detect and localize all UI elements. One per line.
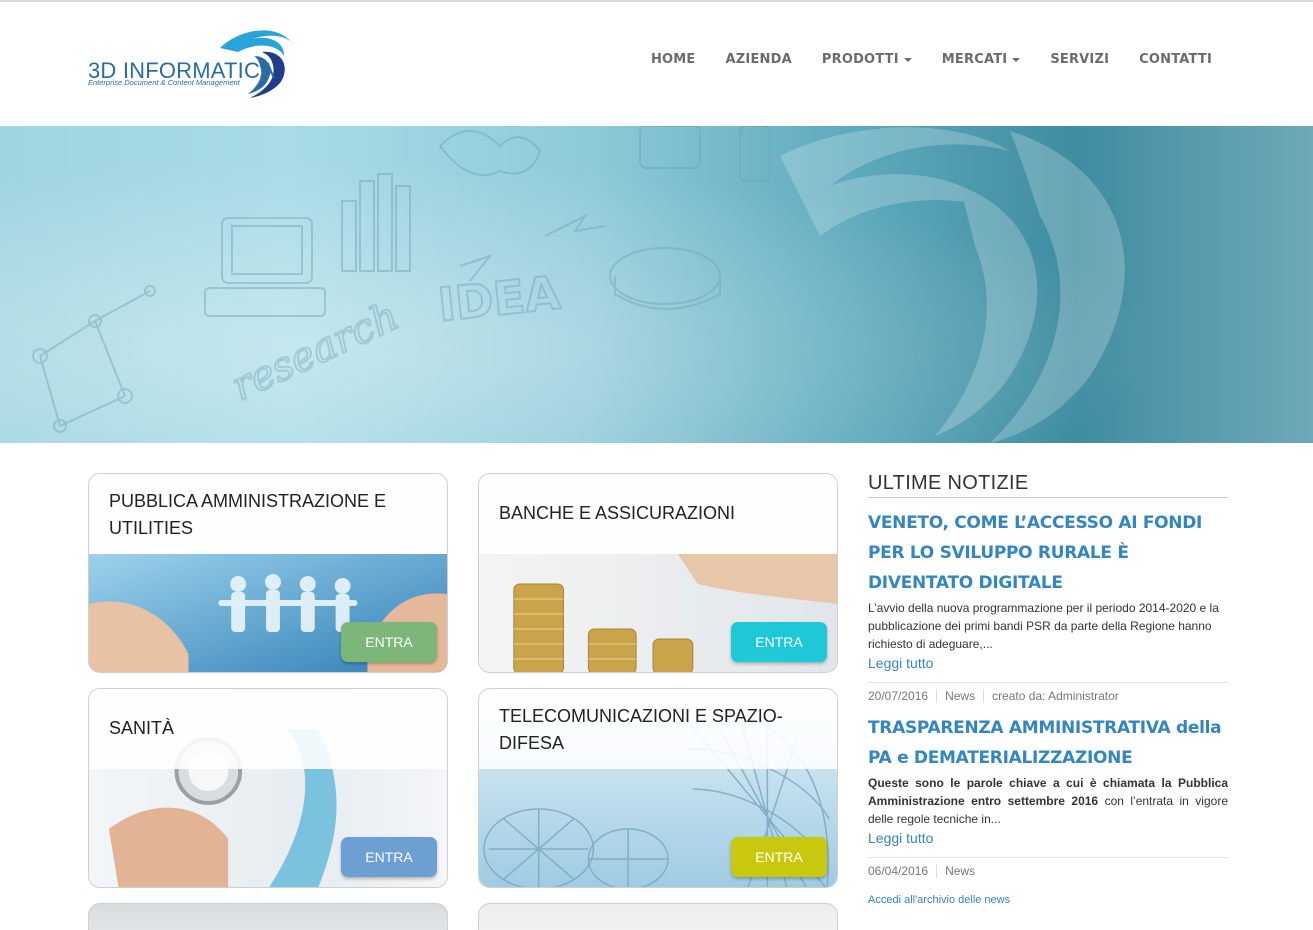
news-section: ULTIME NOTIZIE VENETO, COME L’ACCESSO AI… [868,472,1228,906]
news-author: creato da: Administrator [983,689,1127,703]
card-title: BANCHE E ASSICURAZIONI [499,503,736,523]
hero-sketch-word-research: research [225,293,406,410]
nav-contatti-label: CONTATTI [1139,52,1212,67]
site-logo[interactable]: 3D INFORMATICA Enterprise Document & Con… [86,26,296,104]
card-title: PUBBLICA AMMINISTRAZIONE E UTILITIES [109,491,387,538]
news-date: 20/07/2016 [868,689,929,703]
nav-azienda[interactable]: AZIENDA [711,52,807,67]
site-header: 3D INFORMATICA Enterprise Document & Con… [0,2,1313,126]
main-nav: HOME AZIENDA PRODOTTI MERCATI SERVIZI CO… [636,52,1227,67]
nav-prodotti-label: PRODOTTI [821,52,899,67]
nav-contatti[interactable]: CONTATTI [1124,52,1227,67]
nav-servizi[interactable]: SERVIZI [1035,52,1124,67]
hero-sketch-illustration: IDEA research [32,126,1125,443]
nav-home[interactable]: HOME [636,52,711,67]
nav-mercati[interactable]: MERCATI [927,52,1036,67]
market-card-telecomunicazioni[interactable]: TELECOMUNICAZIONI E SPAZIO-DIFESA ENTRA [478,688,838,888]
entra-button-sanita[interactable]: ENTRA [341,837,437,877]
entra-button-telecomunicazioni[interactable]: ENTRA [731,837,827,877]
market-card-pubblica-amministrazione[interactable]: PUBBLICA AMMINISTRAZIONE E UTILITIES ENT… [88,473,448,673]
card-title: TELECOMUNICAZIONI E SPAZIO-DIFESA [499,706,783,753]
news-meta: 06/04/2016 News [868,857,1228,878]
nav-prodotti[interactable]: PRODOTTI [807,52,927,67]
market-card-partial-right[interactable] [478,903,838,930]
news-title-link[interactable]: TRASPARENZA AMMINISTRATIVA della PA e DE… [868,713,1228,773]
news-heading: ULTIME NOTIZIE [868,472,1228,498]
entra-button-banche-assicurazioni[interactable]: ENTRA [731,622,827,662]
nav-servizi-label: SERVIZI [1050,52,1110,67]
chevron-down-icon [1012,57,1021,62]
news-title-link[interactable]: VENETO, COME L’ACCESSO AI FONDI PER LO S… [868,508,1228,598]
hero-banner: IDEA research [0,126,1313,443]
news-excerpt: L’avvio della nuova programmazione per i… [868,601,1219,651]
market-card-banche-assicurazioni[interactable]: BANCHE E ASSICURAZIONI ENTRA [478,473,838,673]
news-item: VENETO, COME L’ACCESSO AI FONDI PER LO S… [868,508,1228,703]
nav-home-label: HOME [650,52,696,67]
read-more-link[interactable]: Leggi tutto [868,655,1228,671]
entra-button-pubblica-amministrazione[interactable]: ENTRA [341,622,437,662]
news-date: 06/04/2016 [868,864,929,878]
read-more-link[interactable]: Leggi tutto [868,830,1228,846]
news-meta: 20/07/2016 News creato da: Administrator [868,682,1228,703]
market-card-partial-left[interactable] [88,903,448,930]
hero-sketch-word-idea: IDEA [436,265,564,332]
logo-tagline: Enterprise Document & Content Management [88,78,240,87]
news-excerpt: Queste sono le parole chiave a cui è chi… [868,774,1228,828]
nav-mercati-label: MERCATI [941,52,1008,67]
news-item: TRASPARENZA AMMINISTRATIVA della PA e DE… [868,713,1228,878]
news-category: News [936,689,983,703]
market-card-sanita[interactable]: SANITÀ ENTRA [88,688,448,888]
news-category: News [936,864,983,878]
chevron-down-icon [903,57,912,62]
news-archive-link[interactable]: Accedi all'archivio delle news [868,894,1228,906]
card-title: SANITÀ [109,718,175,738]
nav-azienda-label: AZIENDA [725,52,792,67]
